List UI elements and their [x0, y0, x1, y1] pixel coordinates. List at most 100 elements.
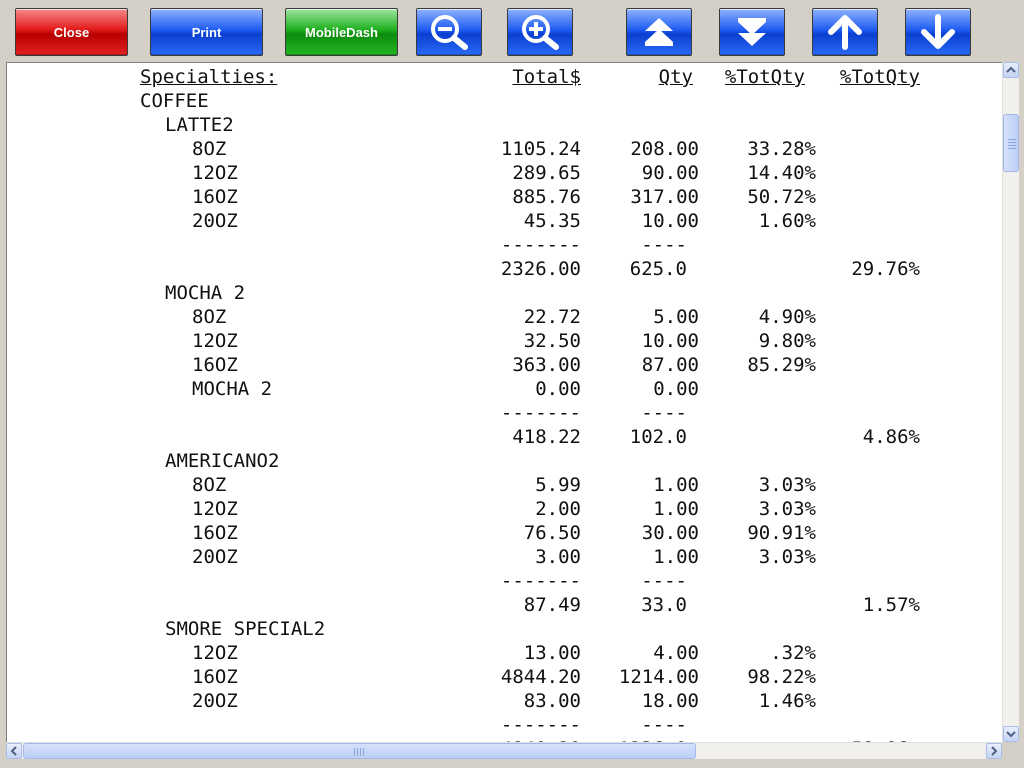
item-pct-qty: 1.46%: [758, 690, 816, 712]
horizontal-scrollbar[interactable]: [6, 742, 1002, 759]
item-total: 2.00: [535, 498, 581, 520]
item-qty: 1.00: [653, 498, 699, 520]
separator-row: ------- ----: [7, 401, 1003, 425]
item-size: 20OZ: [192, 546, 238, 568]
item-size: 12OZ: [192, 162, 238, 184]
separator-row: ------- ----: [7, 569, 1003, 593]
item-total: 363.00: [512, 354, 581, 376]
item-row: 20OZ 3.00 1.00 3.03%: [7, 545, 1003, 569]
item-qty: 208.00: [630, 138, 699, 160]
total-separator: -------: [500, 402, 581, 424]
item-row: 8OZ 5.99 1.00 3.03%: [7, 473, 1003, 497]
chevron-left-icon: [10, 746, 17, 756]
item-total: 289.65: [512, 162, 581, 184]
item-row: 20OZ 45.35 10.00 1.60%: [7, 209, 1003, 233]
print-button[interactable]: Print: [150, 8, 263, 56]
item-size: 8OZ: [192, 306, 227, 328]
item-pct-qty: 85.29%: [747, 354, 816, 376]
item-total: 45.35: [523, 210, 581, 232]
item-size: 12OZ: [192, 330, 238, 352]
item-size: 12OZ: [192, 498, 238, 520]
report-header-row: Specialties: Total$ Qty %TotQty %TotQty: [7, 65, 1003, 89]
item-qty: 10.00: [641, 210, 699, 232]
subtotal-total: 2326.00: [500, 258, 581, 280]
item-qty: 30.00: [641, 522, 699, 544]
chevron-right-icon: [991, 746, 998, 756]
mobiledash-button[interactable]: MobileDash: [285, 8, 398, 56]
horizontal-scroll-thumb[interactable]: [23, 743, 696, 759]
item-size: 16OZ: [192, 666, 238, 688]
item-row: 12OZ 13.00 4.00 .32%: [7, 641, 1003, 665]
header-qty: Qty: [658, 66, 693, 88]
line-down-button[interactable]: [905, 8, 971, 56]
group-name-row: AMERICANO2: [7, 449, 1003, 473]
subtotal-total: 87.49: [523, 594, 581, 616]
subtotal-row: 2326.00 625.0 29.76%: [7, 257, 1003, 281]
zoom-out-button[interactable]: [416, 8, 482, 56]
line-up-button[interactable]: [812, 8, 878, 56]
qty-separator: ----: [641, 234, 687, 256]
qty-separator: ----: [641, 570, 687, 592]
item-total: 13.00: [523, 642, 581, 664]
item-row: 20OZ 83.00 18.00 1.46%: [7, 689, 1003, 713]
subtotal-pct-qty: 29.76%: [851, 258, 920, 280]
item-total: 76.50: [523, 522, 581, 544]
subtotal-qty: 102.0: [629, 426, 687, 448]
scroll-down-button[interactable]: [1003, 726, 1019, 742]
item-qty: 317.00: [630, 186, 699, 208]
item-total: 22.72: [523, 306, 581, 328]
item-pct-qty: 1.60%: [758, 210, 816, 232]
item-row: 12OZ 289.65 90.00 14.40%: [7, 161, 1003, 185]
group-name-row: SMORE SPECIAL2: [7, 617, 1003, 641]
category-row: COFFEE: [7, 89, 1003, 113]
close-button[interactable]: Close: [15, 8, 128, 56]
item-size: 16OZ: [192, 186, 238, 208]
item-total: 4844.20: [500, 666, 581, 688]
item-size: MOCHA 2: [192, 378, 273, 400]
item-total: 0.00: [535, 378, 581, 400]
header-total: Total$: [512, 66, 581, 88]
page-up-button[interactable]: [626, 8, 692, 56]
page-down-button[interactable]: [719, 8, 785, 56]
report-body: Specialties: Total$ Qty %TotQty %TotQty …: [7, 65, 1003, 743]
item-row: 16OZ 4844.20 1214.00 98.22%: [7, 665, 1003, 689]
report-viewport[interactable]: Specialties: Total$ Qty %TotQty %TotQty …: [6, 62, 1003, 743]
subtotal-total: 418.22: [512, 426, 581, 448]
subtotal-qty: 33.0: [641, 594, 687, 616]
item-qty: 18.00: [641, 690, 699, 712]
item-size: 20OZ: [192, 690, 238, 712]
item-total: 83.00: [523, 690, 581, 712]
item-pct-qty: 3.03%: [758, 498, 816, 520]
total-separator: -------: [500, 714, 581, 736]
header-pct-qty: %TotQty: [724, 66, 805, 88]
subtotal-qty: 625.0: [629, 258, 687, 280]
item-total: 885.76: [512, 186, 581, 208]
item-qty: 1.00: [653, 474, 699, 496]
item-pct-qty: 90.91%: [747, 522, 816, 544]
item-total: 1105.24: [500, 138, 581, 160]
subtotal-row: 418.22 102.0 4.86%: [7, 425, 1003, 449]
scroll-left-button[interactable]: [6, 743, 22, 759]
item-size: 8OZ: [192, 474, 227, 496]
item-qty: 1214.00: [618, 666, 699, 688]
vertical-scroll-thumb[interactable]: [1003, 114, 1019, 172]
arrow-up-icon: [828, 15, 862, 50]
header-pct-qty-total: %TotQty: [839, 66, 920, 88]
item-total: 3.00: [535, 546, 581, 568]
item-row: 16OZ 363.00 87.00 85.29%: [7, 353, 1003, 377]
group-name-row: LATTE2: [7, 113, 1003, 137]
scroll-up-button[interactable]: [1003, 62, 1019, 78]
zoom-out-icon: [431, 15, 468, 50]
item-qty: 87.00: [641, 354, 699, 376]
zoom-in-button[interactable]: [507, 8, 573, 56]
item-pct-qty: 98.22%: [747, 666, 816, 688]
zoom-in-icon: [522, 15, 559, 50]
item-pct-qty: .32%: [770, 642, 816, 664]
item-pct-qty: 3.03%: [758, 474, 816, 496]
item-row: 8OZ 22.72 5.00 4.90%: [7, 305, 1003, 329]
item-qty: 10.00: [641, 330, 699, 352]
scroll-right-button[interactable]: [986, 743, 1002, 759]
group-name-row: MOCHA 2: [7, 281, 1003, 305]
item-row: MOCHA 2 0.00 0.00: [7, 377, 1003, 401]
vertical-scrollbar[interactable]: [1002, 62, 1019, 742]
